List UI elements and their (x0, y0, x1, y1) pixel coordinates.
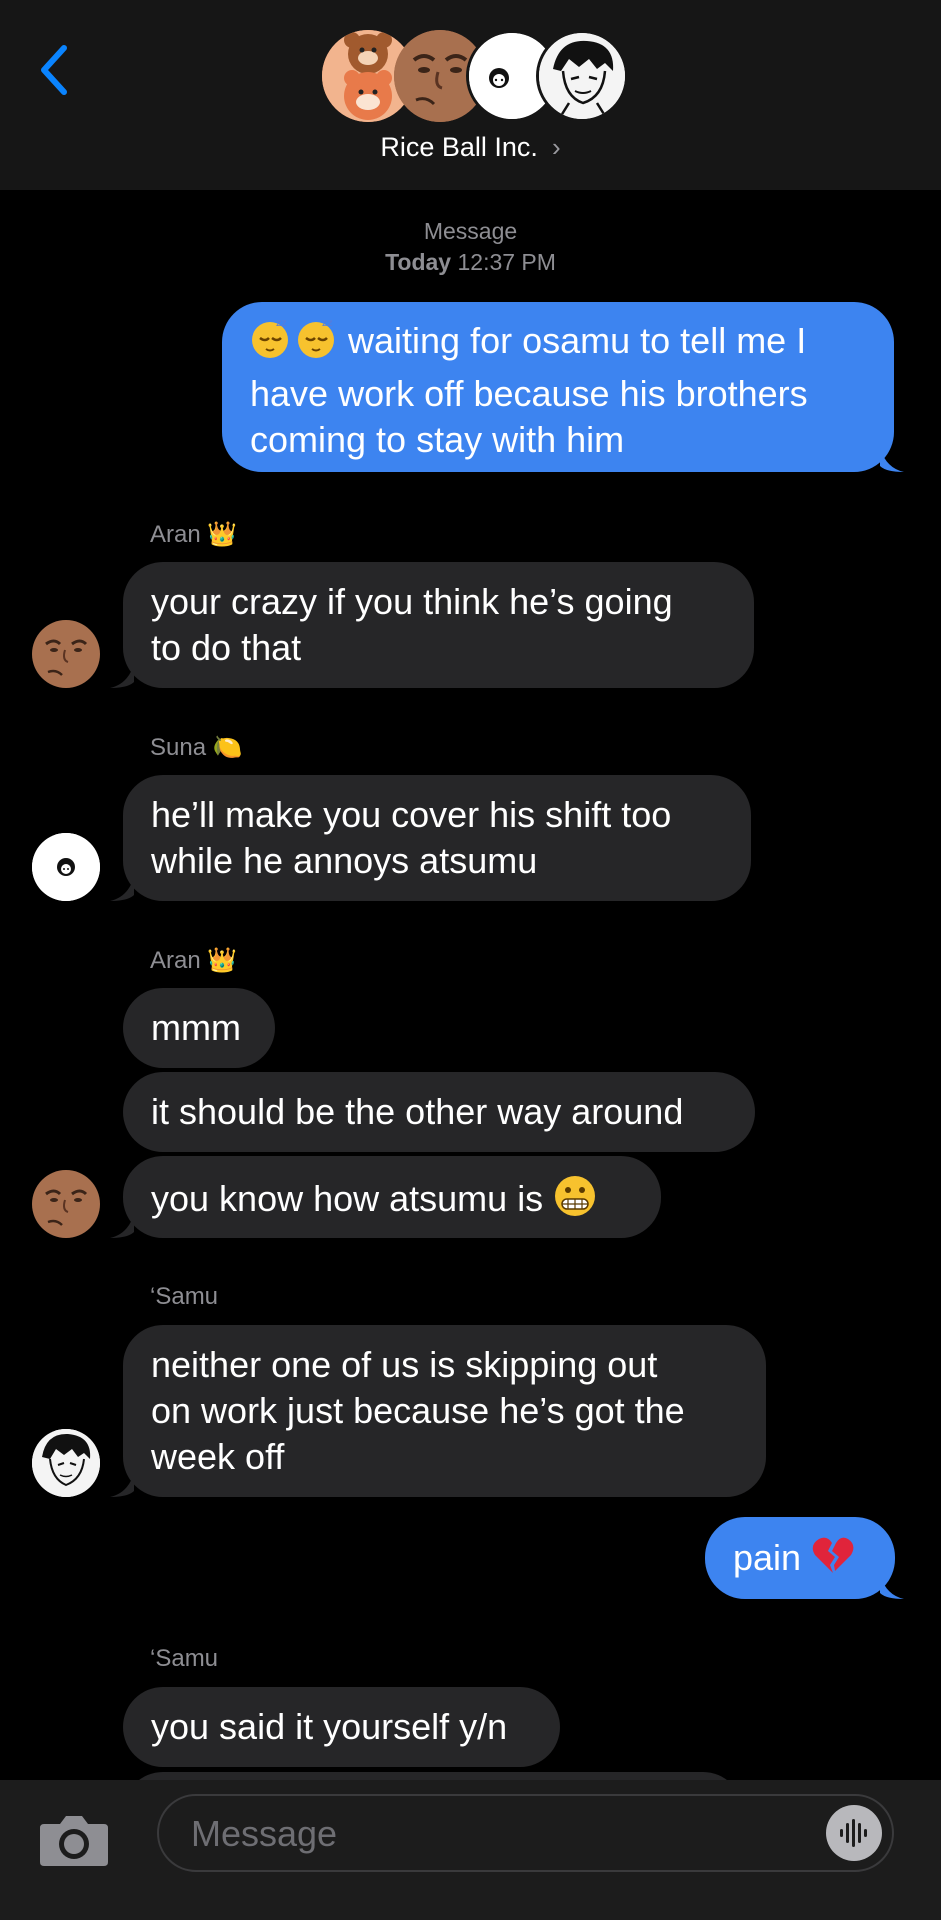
group-name: Rice Ball Inc. (380, 132, 538, 162)
samu-group-avatar (536, 30, 628, 122)
incoming-message[interactable]: you know how atsumu is (123, 1156, 661, 1238)
message-text-line: it should be the other way around (151, 1091, 684, 1132)
message-text-line: your crazy if you think he’s going (151, 581, 673, 622)
camera-icon[interactable] (38, 1808, 110, 1868)
message-text-line: week off (151, 1436, 285, 1477)
message-text-line: pain (733, 1537, 802, 1579)
svg-text:zz: zz (322, 318, 333, 329)
incoming-message[interactable]: mmm (123, 988, 275, 1068)
back-chevron-icon[interactable] (34, 42, 74, 98)
message-input[interactable] (189, 1808, 753, 1860)
message-text-line: while he annoys atsumu (151, 840, 538, 881)
message-text-line: waiting for osamu to tell me I (348, 320, 807, 362)
samu-avatar[interactable] (32, 1429, 100, 1497)
audio-waveform-icon[interactable] (826, 1805, 882, 1861)
message-text-line: to do that (151, 627, 302, 668)
outgoing-message[interactable]: pain (705, 1517, 895, 1599)
incoming-message[interactable]: he’ll make you cover his shift too while… (123, 775, 751, 901)
suna-avatar[interactable] (32, 833, 100, 901)
incoming-message[interactable]: your crazy if you think he’s going to do… (123, 562, 754, 688)
timestamp: Today 12:37 PM (0, 249, 941, 276)
sleepy-emoji-icon: zz zz (250, 316, 338, 371)
broken-heart-emoji-icon (811, 1535, 855, 1586)
sender-name: Suna 🍋 (150, 734, 243, 761)
message-text-line: you said it yourself y/n (151, 1706, 508, 1747)
message-text-line: have work off because his brothers (250, 373, 808, 414)
aran-avatar[interactable] (32, 1170, 100, 1238)
composer-bar (0, 1780, 941, 1920)
bubble-tail (110, 1214, 134, 1238)
bubble-tail (110, 664, 134, 688)
svg-text:zz: zz (276, 318, 287, 329)
message-text-line: he’ll make you cover his shift too (151, 794, 672, 835)
group-avatars[interactable] (322, 30, 628, 126)
bubble-tail (880, 1575, 904, 1599)
grimacing-emoji-icon (553, 1174, 597, 1229)
aran-avatar[interactable] (32, 620, 100, 688)
bubble-tail (880, 448, 904, 472)
message-text-line: mmm (151, 1007, 241, 1048)
chevron-right-icon: › (551, 132, 561, 162)
service-label: Message (423, 218, 518, 244)
outgoing-message[interactable]: zz zz waiting for osamu to tell me I hav… (222, 302, 894, 472)
bubble-tail (110, 1473, 134, 1497)
incoming-message[interactable]: you said it yourself y/n (123, 1687, 560, 1767)
sender-name: Aran 👑 (150, 521, 238, 548)
timestamp-time: 12:37 PM (457, 249, 556, 275)
sender-name: ‘Samu (150, 1645, 219, 1672)
conversation-header: Rice Ball Inc. › (0, 0, 941, 190)
message-text-line: neither one of us is skipping out (151, 1344, 658, 1385)
timestamp-day: Today (385, 249, 452, 275)
message-text-line: you know how atsumu is (151, 1178, 544, 1220)
incoming-message[interactable]: it should be the other way around (123, 1072, 755, 1152)
message-text-line: coming to stay with him (250, 419, 625, 460)
message-text-line: on work just because he’s got the (151, 1390, 685, 1431)
sender-name: Aran 👑 (150, 947, 238, 974)
incoming-message[interactable]: neither one of us is skipping out on wor… (123, 1325, 766, 1497)
bubble-tail (110, 877, 134, 901)
message-field[interactable] (157, 1794, 894, 1872)
group-title[interactable]: Rice Ball Inc. › (0, 132, 941, 163)
sender-name: ‘Samu (150, 1283, 219, 1310)
